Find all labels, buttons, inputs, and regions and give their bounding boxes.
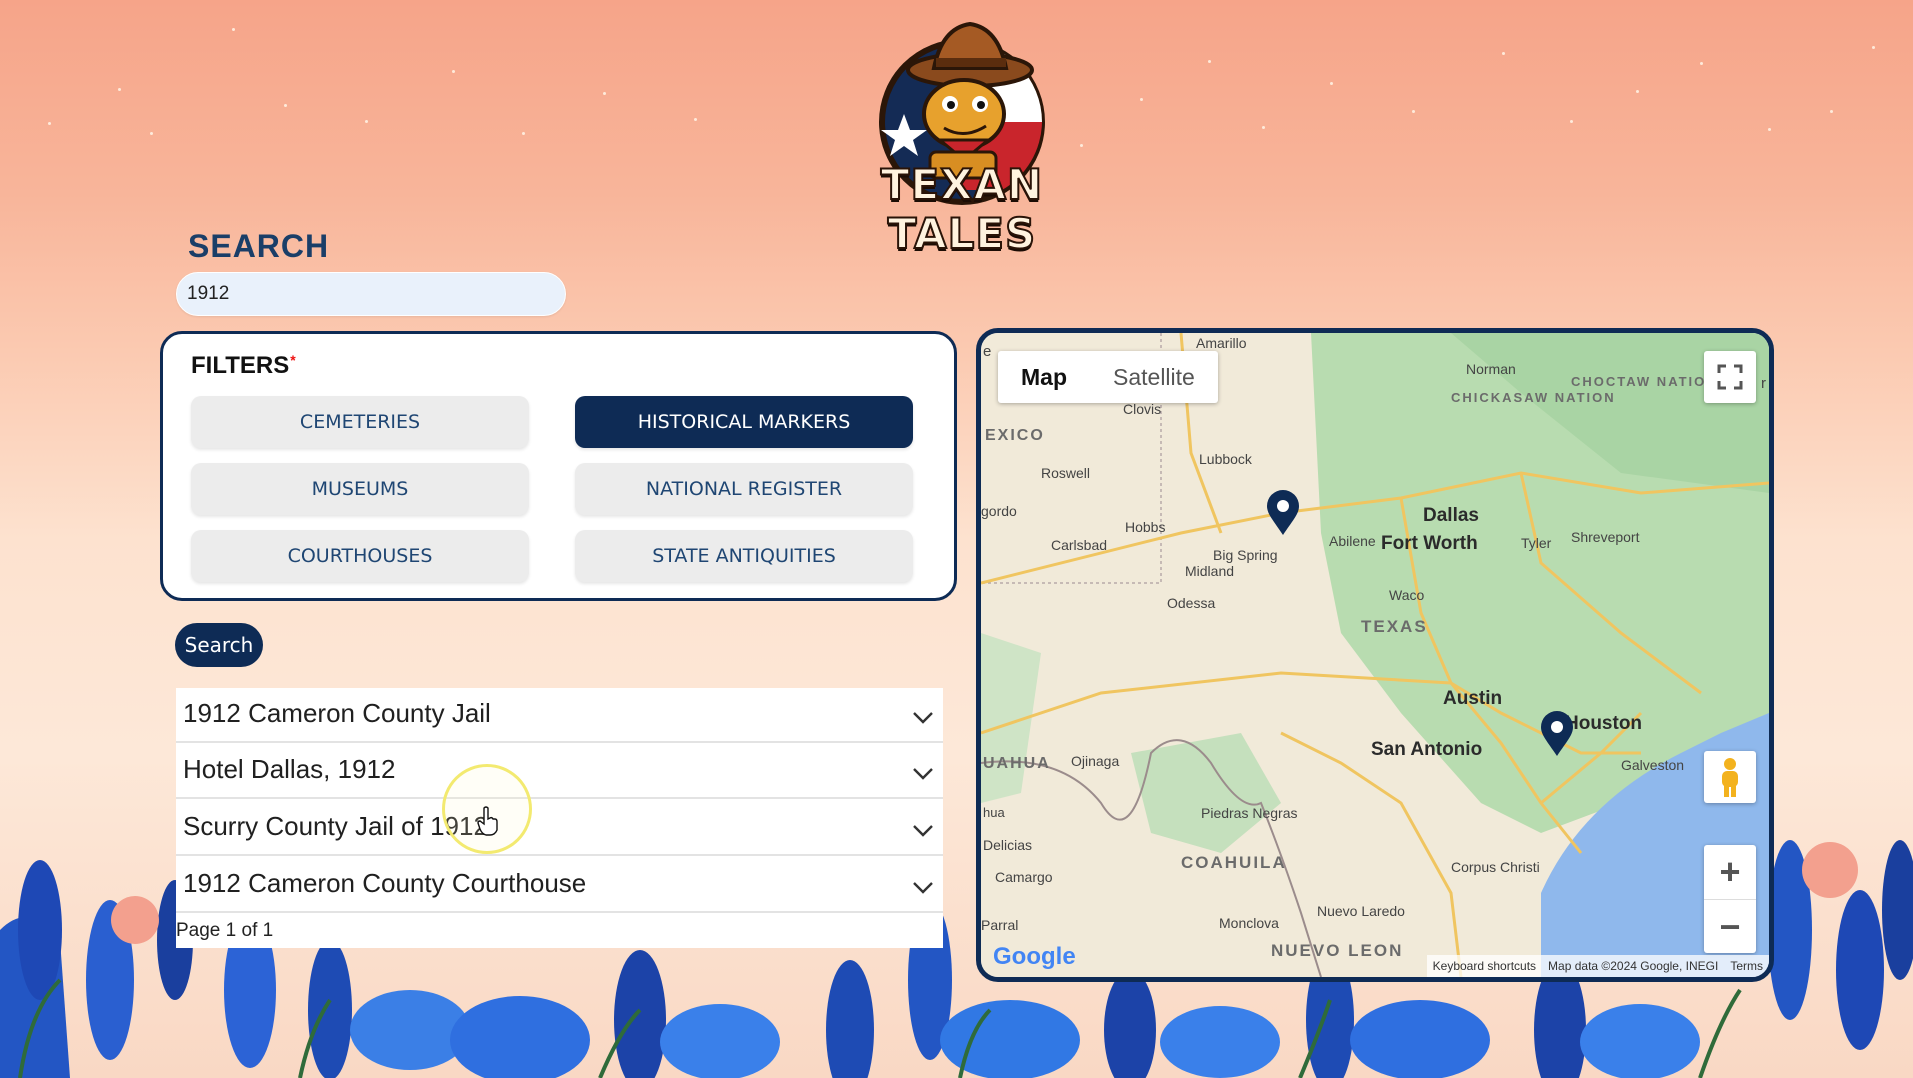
map-label-roswell: Roswell: [1041, 465, 1091, 481]
map-label-sanantonio: San Antonio: [1371, 739, 1483, 760]
search-input[interactable]: [176, 272, 566, 316]
map-label-dallas: Dallas: [1423, 505, 1479, 526]
map-label-houston: Houston: [1565, 713, 1643, 734]
logo-wordmark: TEXAN TALES: [880, 159, 1044, 259]
map-label-texas: TEXAS: [1361, 617, 1428, 636]
map-label-carlsbad: Carlsbad: [1051, 537, 1108, 553]
map-label-chickasaw: CHICKASAW NATION: [1451, 390, 1616, 405]
result-item[interactable]: 1912 Cameron County Jail: [176, 688, 943, 743]
map-label-corpus: Corpus Christi: [1451, 859, 1540, 875]
filter-cemeteries-button[interactable]: CEMETERIES: [191, 396, 529, 448]
map-label-chihuahua: UAHUA: [983, 755, 1051, 772]
map-label-parral: Parral: [981, 917, 1019, 933]
map-label-edge-r: r: [1761, 375, 1766, 392]
map-label-ojinaga: Ojinaga: [1071, 753, 1120, 769]
map-label-bigspring: Big Spring: [1213, 547, 1278, 563]
map-label-hobbs: Hobbs: [1125, 519, 1166, 535]
map-label-camargo: Camargo: [995, 869, 1053, 885]
map-pin-icon[interactable]: [1265, 490, 1301, 536]
required-mark: *: [290, 352, 296, 368]
filter-historical-markers-button[interactable]: HISTORICAL MARKERS: [575, 396, 913, 448]
filters-panel: FILTERS* CEMETERIES HISTORICAL MARKERS M…: [160, 331, 957, 601]
map-label-fortworth: Fort Worth: [1381, 533, 1478, 554]
result-title: 1912 Cameron County Courthouse: [183, 868, 587, 898]
map-widget[interactable]: Amarillo Norman CHICKASAW NATION CHOCTAW…: [976, 328, 1774, 982]
map-type-control: Map Satellite: [998, 351, 1218, 403]
map-label-clovis: Clovis: [1123, 401, 1162, 417]
map-label-nuevoleon: NUEVO LEON: [1271, 941, 1404, 960]
result-title: Hotel Dallas, 1912: [183, 754, 396, 784]
map-label-abilene: Abilene: [1329, 533, 1376, 549]
map-label-coahuila: COAHUILA: [1181, 853, 1287, 872]
map-label-austin: Austin: [1443, 688, 1503, 709]
result-title: 1912 Cameron County Jail: [183, 698, 491, 728]
pagination-label: Page 1 of 1: [176, 920, 274, 941]
results-list: 1912 Cameron County Jail Hotel Dallas, 1…: [176, 688, 943, 948]
filters-title: FILTERS*: [191, 352, 296, 379]
street-view-button[interactable]: [1704, 751, 1756, 803]
map-label-tyler: Tyler: [1521, 535, 1552, 551]
map-label-choctaw: CHOCTAW NATION: [1571, 374, 1718, 389]
map-tab-satellite[interactable]: Satellite: [1090, 351, 1218, 403]
chevron-down-icon[interactable]: [911, 761, 935, 785]
chevron-down-icon[interactable]: [911, 875, 935, 899]
filter-national-register-button[interactable]: NATIONAL REGISTER: [575, 463, 913, 515]
map-label-nuevolaredo: Nuevo Laredo: [1317, 903, 1405, 919]
zoom-control: + −: [1704, 845, 1756, 953]
search-title: SEARCH: [188, 228, 330, 264]
map-label-monclova: Monclova: [1219, 915, 1279, 931]
terms-link[interactable]: Terms: [1730, 959, 1763, 973]
map-label-waco: Waco: [1389, 587, 1425, 603]
filter-courthouses-button[interactable]: COURTHOUSES: [191, 530, 529, 582]
chevron-down-icon[interactable]: [911, 818, 935, 842]
pegman-icon: [1722, 758, 1738, 797]
chevron-down-icon[interactable]: [911, 705, 935, 729]
search-button[interactable]: Search: [175, 623, 263, 667]
map-label-norman: Norman: [1466, 361, 1516, 377]
map-label-hua: hua: [983, 805, 1005, 820]
map-label-lubbock: Lubbock: [1199, 451, 1252, 467]
zoom-out-button[interactable]: −: [1704, 900, 1756, 953]
map-label-gordo: gordo: [981, 503, 1017, 519]
texan-tales-logo[interactable]: TEXAN TALES: [852, 10, 1072, 259]
result-item[interactable]: Scurry County Jail of 1912: [176, 801, 943, 856]
map-label-amarillo: Amarillo: [1196, 335, 1247, 351]
map-data-text: Map data ©2024 Google, INEGI: [1548, 959, 1719, 973]
fullscreen-icon: [1717, 364, 1743, 390]
map-label-edge-e: e: [983, 343, 992, 360]
map-label-piedras: Piedras Negras: [1201, 805, 1298, 821]
map-pin-icon[interactable]: [1539, 711, 1575, 757]
map-label-shreveport: Shreveport: [1571, 529, 1640, 545]
map-attribution: Keyboard shortcuts Map data ©2024 Google…: [1426, 955, 1769, 977]
hand-cursor-icon: [477, 806, 498, 836]
filter-museums-button[interactable]: MUSEUMS: [191, 463, 529, 515]
map-label-midland: Midland: [1185, 563, 1235, 579]
result-item[interactable]: 1912 Cameron County Courthouse: [176, 858, 943, 913]
map-label-mexico: EXICO: [985, 427, 1045, 444]
filter-state-antiquities-button[interactable]: STATE ANTIQUITIES: [575, 530, 913, 582]
fullscreen-button[interactable]: [1704, 351, 1756, 403]
map-tab-map[interactable]: Map: [998, 351, 1090, 403]
keyboard-shortcuts-link[interactable]: Keyboard shortcuts: [1433, 959, 1536, 973]
google-logo[interactable]: Google: [993, 943, 1076, 971]
map-canvas[interactable]: [981, 333, 1769, 977]
map-label-delicias: Delicias: [983, 837, 1033, 853]
zoom-in-button[interactable]: +: [1704, 845, 1756, 900]
map-label-galveston: Galveston: [1621, 757, 1685, 773]
map-label-odessa: Odessa: [1167, 595, 1216, 611]
result-item[interactable]: Hotel Dallas, 1912: [176, 744, 943, 799]
